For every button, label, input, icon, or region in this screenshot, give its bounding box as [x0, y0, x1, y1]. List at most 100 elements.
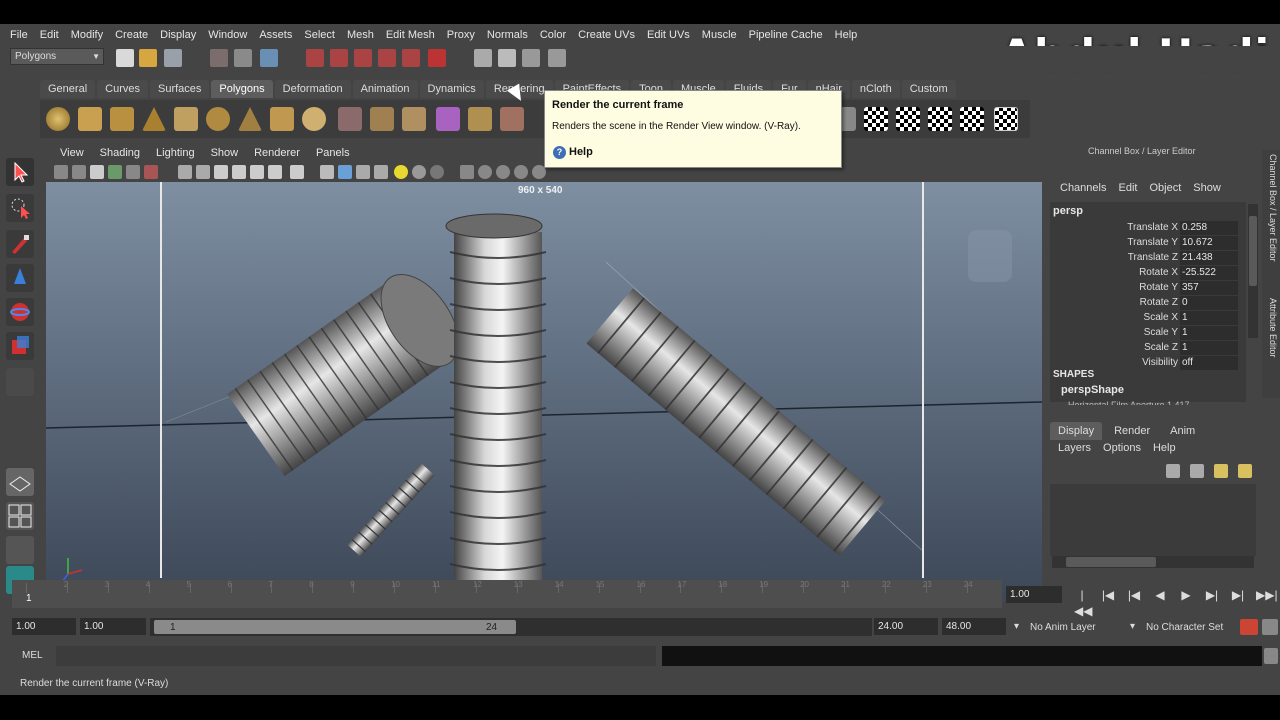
poly-cube-icon[interactable]: [78, 107, 102, 131]
shadows-icon[interactable]: [430, 165, 444, 179]
combine-icon[interactable]: [338, 107, 362, 131]
tab-display-layers[interactable]: Display: [1050, 422, 1103, 440]
menu-file[interactable]: File: [4, 29, 34, 41]
viewport-menu-view[interactable]: View: [52, 147, 92, 159]
bridge-icon[interactable]: [500, 107, 524, 131]
smooth-icon[interactable]: [436, 107, 460, 131]
object-name[interactable]: persp: [1053, 205, 1083, 217]
safe-title-icon[interactable]: [250, 165, 264, 179]
single-view-layout-icon[interactable]: [6, 468, 34, 496]
poly-pyramid-icon[interactable]: [238, 107, 262, 131]
snap-curve-icon[interactable]: [330, 49, 348, 67]
default-lighting-icon[interactable]: [394, 165, 408, 179]
attr-scale-z[interactable]: Scale Z1: [1050, 341, 1240, 356]
snap-view-plane-icon[interactable]: [378, 49, 396, 67]
menu-assets[interactable]: Assets: [253, 29, 298, 41]
tab-attribute-editor[interactable]: Attribute Editor: [1264, 298, 1278, 358]
smooth-shade-icon[interactable]: [338, 165, 352, 179]
poly-cone-icon[interactable]: [142, 107, 166, 131]
safe-action-icon[interactable]: [232, 165, 246, 179]
tab-general[interactable]: General: [40, 80, 96, 98]
range-slider-bar[interactable]: [154, 620, 516, 634]
viewport-menu-lighting[interactable]: Lighting: [148, 147, 203, 159]
script-editor-icon[interactable]: [1264, 648, 1278, 664]
scale-tool-icon[interactable]: [6, 332, 34, 360]
animation-end-field[interactable]: 48.00: [942, 618, 1006, 635]
grid-toggle-icon[interactable]: [126, 165, 140, 179]
new-layer-selected-icon[interactable]: [1190, 464, 1204, 478]
tab-channel-box[interactable]: Channel Box / Layer Editor: [1264, 154, 1278, 262]
menu-proxy[interactable]: Proxy: [441, 29, 481, 41]
film-gate-icon[interactable]: [144, 165, 158, 179]
tab-custom[interactable]: Custom: [901, 80, 956, 98]
poly-pipe-icon[interactable]: [270, 107, 294, 131]
time-slider[interactable]: 2 3 4 5 6 7 8 9 10 11 12 13 14 15 16 17 18 19 20 21 22 23 24 1: [12, 580, 1002, 608]
poly-sphere-icon[interactable]: [46, 107, 70, 131]
step-forward-frame-icon[interactable]: ▶|: [1204, 587, 1220, 603]
select-object-icon[interactable]: [234, 49, 252, 67]
viewport-menu-shading[interactable]: Shading: [92, 147, 148, 159]
isolate-select-icon[interactable]: [460, 165, 474, 179]
go-to-start-icon[interactable]: |◀◀: [1074, 587, 1092, 618]
tab-curves[interactable]: Curves: [97, 80, 148, 98]
extrude-icon[interactable]: [468, 107, 492, 131]
menu-color[interactable]: Color: [534, 29, 572, 41]
new-layer-empty-icon[interactable]: [1166, 464, 1180, 478]
animation-preferences-icon[interactable]: [1262, 619, 1278, 635]
animation-start-field[interactable]: 1.00: [12, 618, 76, 635]
attr-scale-y[interactable]: Scale Y1: [1050, 326, 1240, 341]
menu-edit-mesh[interactable]: Edit Mesh: [380, 29, 441, 41]
tab-deformation[interactable]: Deformation: [274, 80, 351, 98]
step-back-key-icon[interactable]: |◀: [1100, 587, 1116, 603]
shapes-scrollbar[interactable]: [1248, 310, 1258, 338]
checker-auto-icon[interactable]: [960, 107, 984, 131]
anim-layer-chevron-icon[interactable]: ▾: [1014, 621, 1019, 632]
menu-create-uvs[interactable]: Create UVs: [572, 29, 641, 41]
extract-icon[interactable]: [402, 107, 426, 131]
play-backwards-icon[interactable]: ◀: [1152, 587, 1168, 603]
menu-set-selector[interactable]: Polygons ▼: [10, 48, 104, 65]
menu-edit[interactable]: Edit: [34, 29, 65, 41]
step-back-frame-icon[interactable]: |◀: [1126, 587, 1142, 603]
tab-polygons[interactable]: Polygons: [211, 80, 273, 98]
ambient-occlusion-icon[interactable]: [478, 165, 492, 179]
tab-anim-layers[interactable]: Anim: [1162, 422, 1203, 440]
bookmark-icon[interactable]: [90, 165, 104, 179]
four-view-layout-icon[interactable]: [6, 502, 34, 530]
channel-box-menu-channels[interactable]: Channels: [1054, 182, 1112, 194]
layer-up-icon[interactable]: [1214, 464, 1228, 478]
viewport-menu-renderer[interactable]: Renderer: [246, 147, 308, 159]
render-settings-icon[interactable]: [548, 49, 566, 67]
save-scene-icon[interactable]: [164, 49, 182, 67]
gate-mask-icon[interactable]: [196, 165, 210, 179]
antialiasing-icon[interactable]: [514, 165, 528, 179]
menu-window[interactable]: Window: [202, 29, 253, 41]
attr-translate-x[interactable]: Translate X 0.258: [1050, 221, 1240, 236]
attr-scale-x[interactable]: Scale X1: [1050, 311, 1240, 326]
select-hierarchy-icon[interactable]: [210, 49, 228, 67]
paint-select-icon[interactable]: [6, 230, 34, 258]
tab-ncloth[interactable]: nCloth: [851, 80, 900, 98]
resolution-gate-icon[interactable]: [178, 165, 192, 179]
help-icon[interactable]: ?: [553, 146, 566, 159]
attr-translate-z[interactable]: Translate Z 21.438: [1050, 251, 1240, 266]
render-frame-icon[interactable]: [498, 49, 516, 67]
camera-select-icon[interactable]: [54, 165, 68, 179]
wireframe-icon[interactable]: [320, 165, 334, 179]
make-live-icon[interactable]: [402, 49, 420, 67]
snap-grid-icon[interactable]: [306, 49, 324, 67]
menu-edit-uvs[interactable]: Edit UVs: [641, 29, 696, 41]
channel-box-menu-object[interactable]: Object: [1143, 182, 1187, 194]
poly-plane-icon[interactable]: [174, 107, 198, 131]
menu-muscle[interactable]: Muscle: [696, 29, 743, 41]
command-input[interactable]: [56, 646, 656, 666]
checker-cylindrical-icon[interactable]: [896, 107, 920, 131]
attr-translate-y[interactable]: Translate Y 10.672: [1050, 236, 1240, 251]
checker-planar-icon[interactable]: [864, 107, 888, 131]
last-tool-icon[interactable]: [6, 368, 34, 396]
render-view-icon[interactable]: [474, 49, 492, 67]
xray-icon[interactable]: [268, 165, 282, 179]
snap-point-icon[interactable]: [354, 49, 372, 67]
step-forward-key-icon[interactable]: ▶|: [1230, 587, 1246, 603]
open-scene-icon[interactable]: [139, 49, 157, 67]
